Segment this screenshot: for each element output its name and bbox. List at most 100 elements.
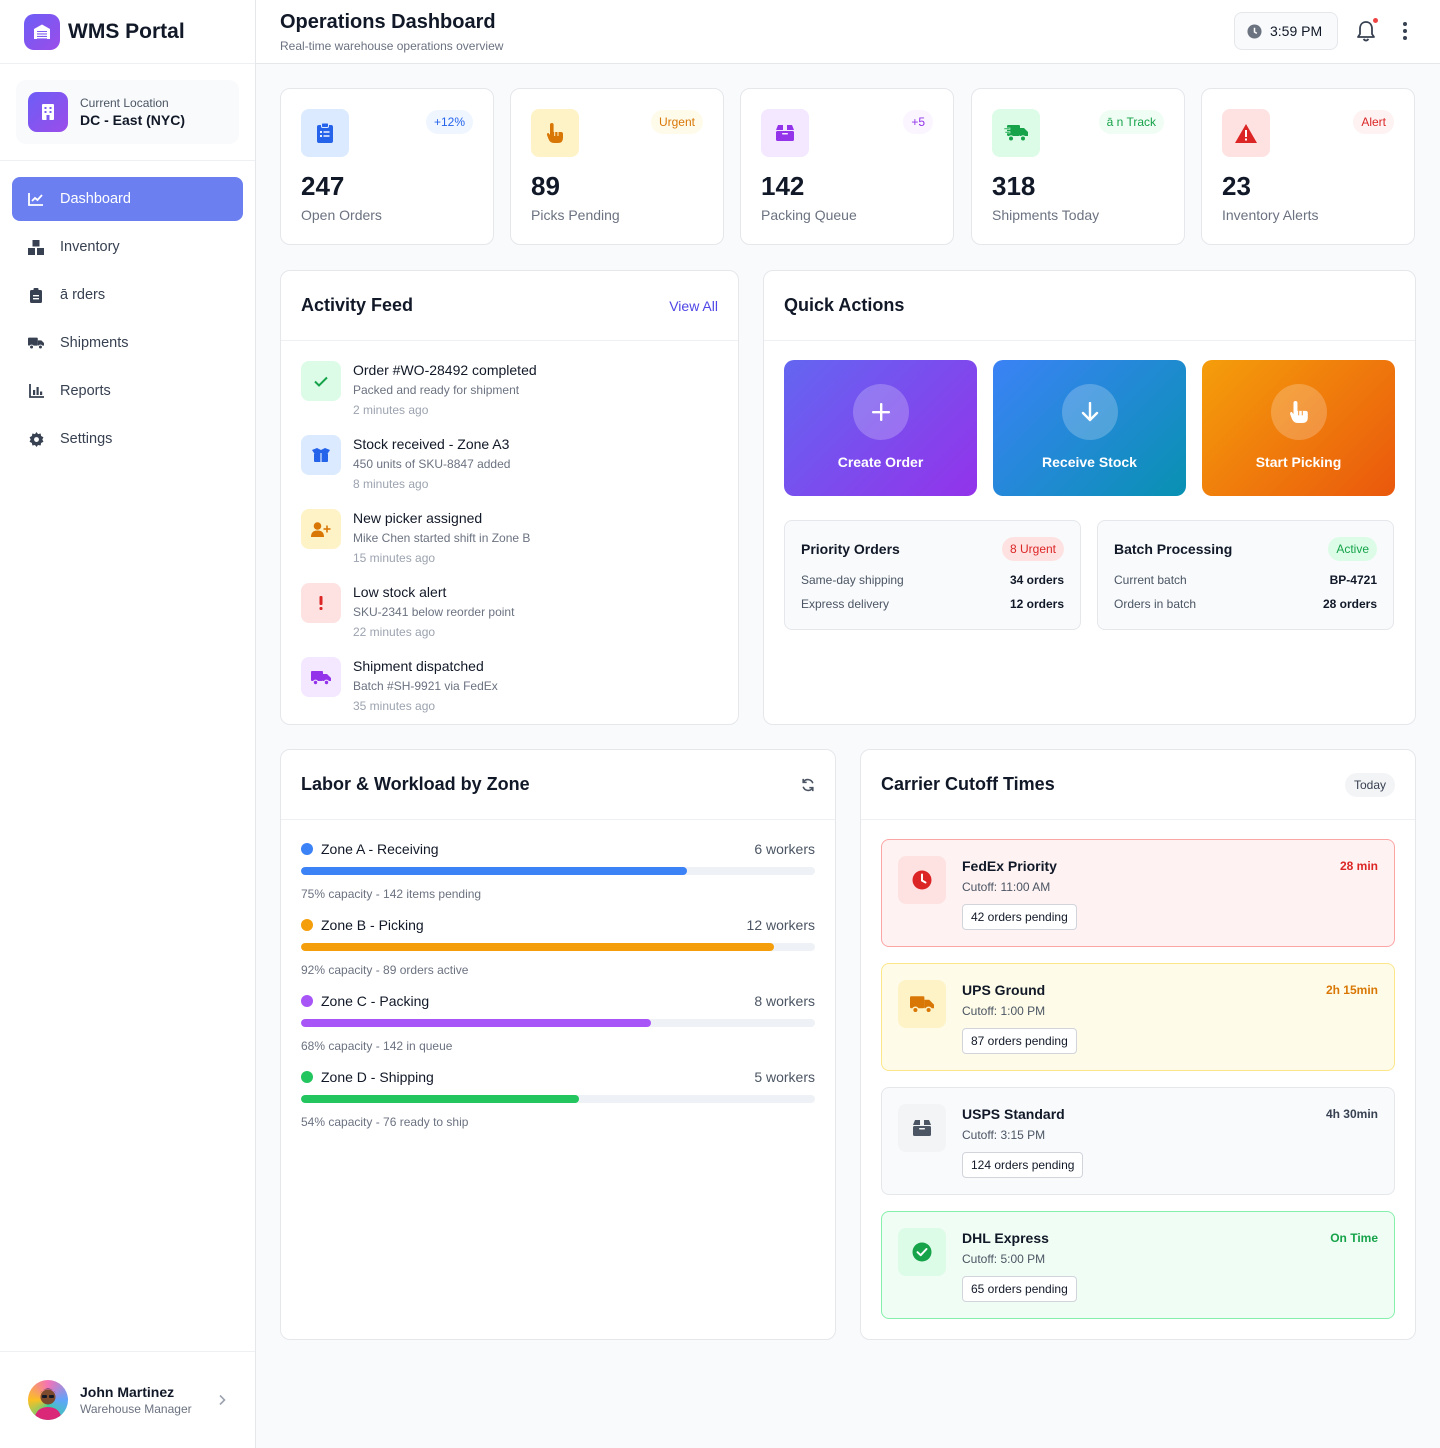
- activity-title: Low stock alert: [353, 584, 447, 600]
- carrier-card-fedex[interactable]: FedEx Priority Cutoff: 11:00 AM 42 order…: [881, 839, 1395, 947]
- quick-actions-title: Quick Actions: [784, 295, 905, 315]
- create-order-label: Create Order: [837, 454, 924, 470]
- zone-note: 54% capacity - 76 ready to ship: [301, 1115, 469, 1129]
- stat-badge: Alert: [1353, 110, 1394, 134]
- row-value: 28 orders: [1322, 597, 1377, 611]
- box-open-icon: [301, 435, 341, 475]
- carrier-card-usps[interactable]: USPS Standard Cutoff: 3:15 PM 124 orders…: [881, 1087, 1395, 1195]
- capacity-fill: [301, 1095, 579, 1103]
- sidebar-item-shipments[interactable]: Shipments: [12, 321, 243, 365]
- location-label: Current Location: [80, 96, 169, 110]
- zone-workers: 12 workers: [746, 917, 815, 933]
- gear-icon: [28, 431, 44, 447]
- zone-name: Zone B - Picking: [321, 917, 424, 933]
- user-role: Warehouse Manager: [80, 1402, 192, 1416]
- batch-processing-title: Batch Processing: [1114, 541, 1233, 557]
- exclamation-icon: [301, 583, 341, 623]
- carrier-name: FedEx Priority: [962, 858, 1057, 874]
- priority-orders-card[interactable]: Priority Orders 8 Urgent Same-day shippi…: [784, 520, 1081, 630]
- avatar: [28, 1380, 68, 1420]
- clock-icon: [1247, 23, 1262, 39]
- zone-dot: [301, 1071, 313, 1083]
- stat-card-open-orders[interactable]: +12% 247 Open Orders: [280, 88, 494, 245]
- list-item[interactable]: Shipment dispatched Batch #SH-9921 via F…: [301, 657, 498, 714]
- refresh-icon[interactable]: [801, 778, 815, 792]
- zone-row: Zone C - Packing 8 workers 68% capacity …: [301, 991, 815, 1053]
- receive-stock-button[interactable]: Receive Stock: [993, 360, 1186, 496]
- sidebar-item-orders[interactable]: ā rders: [12, 273, 243, 317]
- more-options-icon[interactable]: [1398, 21, 1412, 41]
- zone-name: Zone A - Receiving: [321, 841, 439, 857]
- bell-icon[interactable]: [1356, 20, 1376, 42]
- carrier-cutoff: Cutoff: 5:00 PM: [962, 1252, 1046, 1266]
- list-item[interactable]: New picker assigned Mike Chen started sh…: [301, 509, 530, 566]
- user-name: John Martinez: [80, 1384, 175, 1400]
- stat-card-shipments-today[interactable]: ā n Track 318 Shipments Today: [971, 88, 1185, 245]
- chevron-right-icon[interactable]: [218, 1394, 226, 1406]
- sidebar-item-settings[interactable]: Settings: [12, 417, 243, 461]
- user-plus-icon: [301, 509, 341, 549]
- sidebar-item-label: Inventory: [60, 239, 120, 255]
- user-profile[interactable]: John Martinez Warehouse Manager: [0, 1351, 255, 1448]
- zone-row: Zone A - Receiving 6 workers 75% capacit…: [301, 839, 815, 901]
- start-picking-label: Start Picking: [1255, 454, 1342, 470]
- truck-icon: [301, 657, 341, 697]
- clipboard-icon: [28, 287, 44, 303]
- chart-line-icon: [28, 191, 44, 207]
- list-item[interactable]: Stock received - Zone A3 450 units of SK…: [301, 435, 510, 492]
- zone-dot: [301, 843, 313, 855]
- bar-chart-icon: [28, 383, 44, 399]
- zone-workers: 6 workers: [754, 841, 815, 857]
- priority-orders-title: Priority Orders: [801, 541, 900, 557]
- orders-pending-badge: 87 orders pending: [962, 1028, 1077, 1054]
- sidebar-item-inventory[interactable]: Inventory: [12, 225, 243, 269]
- check-circle-icon: [898, 1228, 946, 1276]
- location-selector[interactable]: Current Location DC - East (NYC): [16, 80, 239, 144]
- row-value: 12 orders: [1009, 597, 1064, 611]
- stat-label: Shipments Today: [992, 207, 1100, 223]
- date-filter-badge[interactable]: Today: [1344, 772, 1395, 797]
- activity-title: Shipment dispatched: [353, 658, 484, 674]
- sidebar-item-reports[interactable]: Reports: [12, 369, 243, 413]
- row-label: Same-day shipping: [801, 573, 904, 587]
- status-badge: 8 Urgent: [1001, 537, 1064, 561]
- list-item[interactable]: Low stock alert SKU-2341 below reorder p…: [301, 583, 514, 640]
- check-icon: [301, 361, 341, 401]
- time-remaining: On Time: [1330, 1231, 1378, 1245]
- sidebar-item-label: Shipments: [60, 335, 129, 351]
- sidebar-item-dashboard[interactable]: Dashboard: [12, 177, 243, 221]
- capacity-bar: [301, 1095, 815, 1103]
- zone-row: Zone D - Shipping 5 workers 54% capacity…: [301, 1067, 815, 1129]
- create-order-button[interactable]: Create Order: [784, 360, 977, 496]
- activity-desc: Mike Chen started shift in Zone B: [353, 531, 531, 545]
- list-item[interactable]: Order #WO-28492 completed Packed and rea…: [301, 361, 537, 418]
- stat-card-inventory-alerts[interactable]: Alert 23 Inventory Alerts: [1201, 88, 1415, 245]
- row-value: 34 orders: [1009, 573, 1064, 587]
- capacity-bar: [301, 943, 815, 951]
- activity-time: 2 minutes ago: [353, 403, 429, 417]
- capacity-bar: [301, 867, 815, 875]
- batch-processing-card[interactable]: Batch Processing Active Current batch BP-…: [1097, 520, 1394, 630]
- view-all-link[interactable]: View All: [669, 298, 718, 314]
- carrier-cutoff-panel: Carrier Cutoff Times Today FedEx Priorit…: [860, 749, 1416, 1340]
- stat-badge: Urgent: [650, 110, 703, 134]
- start-picking-button[interactable]: Start Picking: [1202, 360, 1395, 496]
- page-subtitle: Real-time warehouse operations overview: [280, 39, 504, 53]
- zone-note: 68% capacity - 142 in queue: [301, 1039, 453, 1053]
- stat-card-picks-pending[interactable]: Urgent 89 Picks Pending: [510, 88, 724, 245]
- top-header: Operations Dashboard Real-time warehouse…: [256, 0, 1440, 64]
- orders-pending-badge: 124 orders pending: [962, 1152, 1084, 1178]
- row-label: Current batch: [1114, 573, 1187, 587]
- zone-dot: [301, 919, 313, 931]
- clock-time: 3:59 PM: [1270, 23, 1323, 39]
- carrier-card-ups[interactable]: UPS Ground Cutoff: 1:00 PM 87 orders pen…: [881, 963, 1395, 1071]
- zone-note: 75% capacity - 142 items pending: [301, 887, 482, 901]
- time-remaining: 2h 15min: [1325, 983, 1378, 997]
- warehouse-logo-icon: [24, 13, 60, 50]
- stat-card-packing-queue[interactable]: +5 142 Packing Queue: [740, 88, 954, 245]
- carrier-card-dhl[interactable]: DHL Express Cutoff: 5:00 PM 65 orders pe…: [881, 1211, 1395, 1319]
- plus-icon: [852, 384, 909, 440]
- activity-desc: Packed and ready for shipment: [353, 383, 520, 397]
- stat-badge: +5: [903, 110, 933, 134]
- carrier-name: UPS Ground: [962, 982, 1046, 998]
